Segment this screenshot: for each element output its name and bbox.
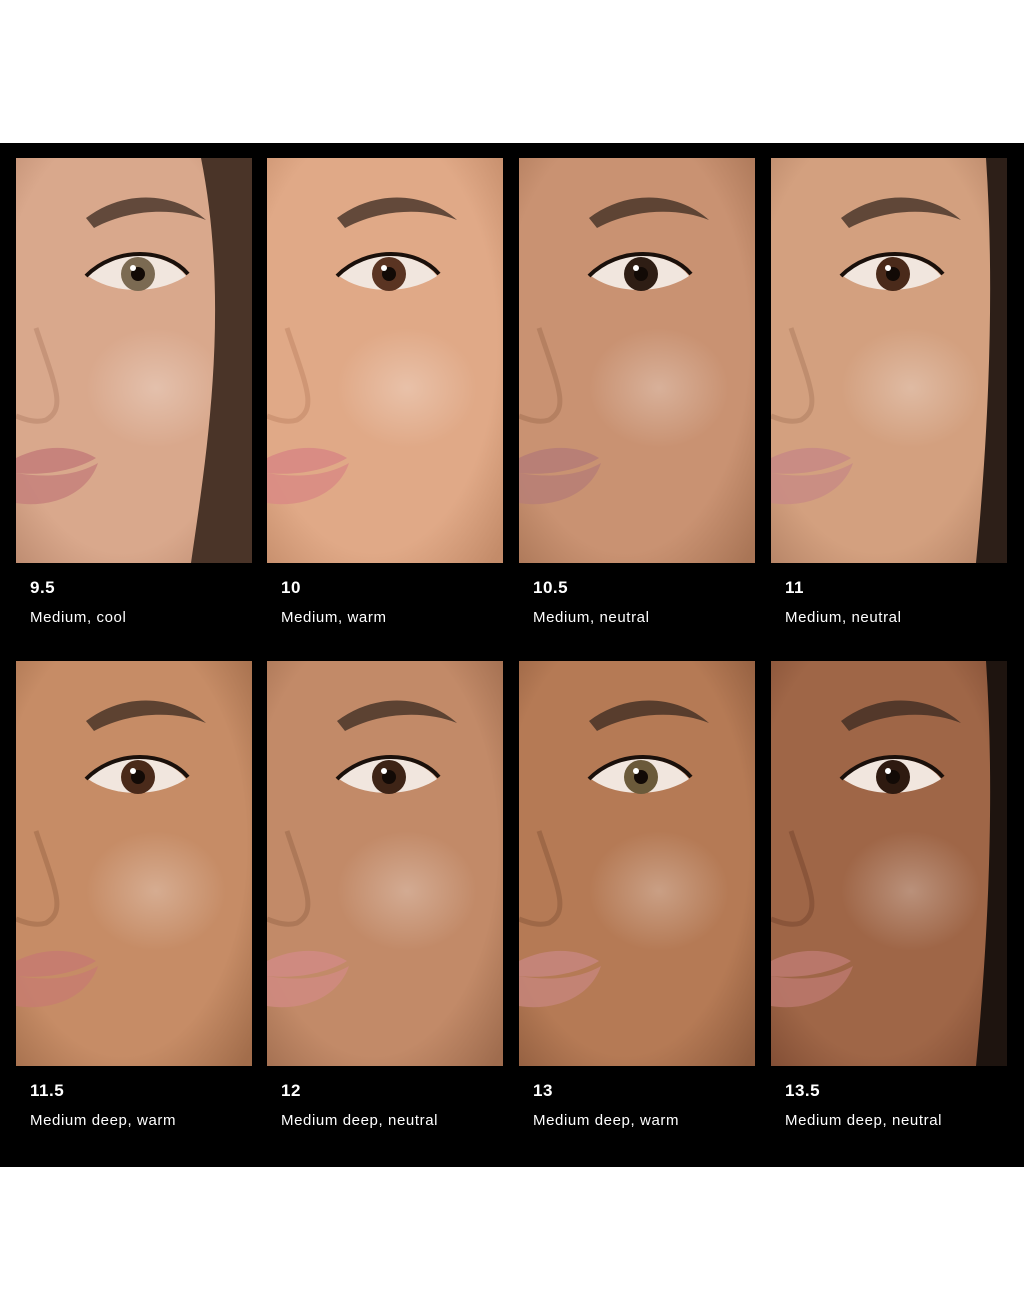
face-closeup-photo [267,661,503,1066]
face-closeup-photo [519,158,755,563]
face-closeup-photo [771,158,1007,563]
shade-number: 11.5 [30,1081,65,1100]
shade-description: Medium deep, warm [30,1112,177,1129]
shade-tile: 13 Medium deep, warm [519,661,755,1141]
shade-tile: 10 Medium, warm [267,158,503,638]
shade-number: 9.5 [30,578,56,597]
shade-description: Medium deep, neutral [785,1112,943,1129]
shade-tile: 11.5 Medium deep, warm [16,661,252,1141]
shade-description: Medium deep, neutral [281,1112,439,1129]
shade-number: 13 [533,1081,553,1100]
face-closeup-photo [771,661,1007,1066]
face-closeup-photo [16,661,252,1066]
shade-description: Medium, neutral [785,609,902,626]
shade-description: Medium deep, warm [533,1112,680,1129]
shade-description: Medium, cool [30,609,127,626]
face-closeup-photo [519,661,755,1066]
shade-tile: 10.5 Medium, neutral [519,158,755,638]
shade-number: 13.5 [785,1081,821,1100]
shade-number: 10 [281,578,301,597]
shade-tile: 9.5 Medium, cool [16,158,252,638]
shade-tile: 12 Medium deep, neutral [267,661,503,1141]
face-closeup-photo [267,158,503,563]
shade-number: 11 [785,578,804,597]
face-closeup-photo [16,158,252,563]
shade-number: 10.5 [533,578,569,597]
shade-description: Medium, warm [281,609,387,626]
shade-tile: 11 Medium, neutral [771,158,1007,638]
shade-tile: 13.5 Medium deep, neutral [771,661,1007,1141]
shade-number: 12 [281,1081,301,1100]
shade-description: Medium, neutral [533,609,650,626]
